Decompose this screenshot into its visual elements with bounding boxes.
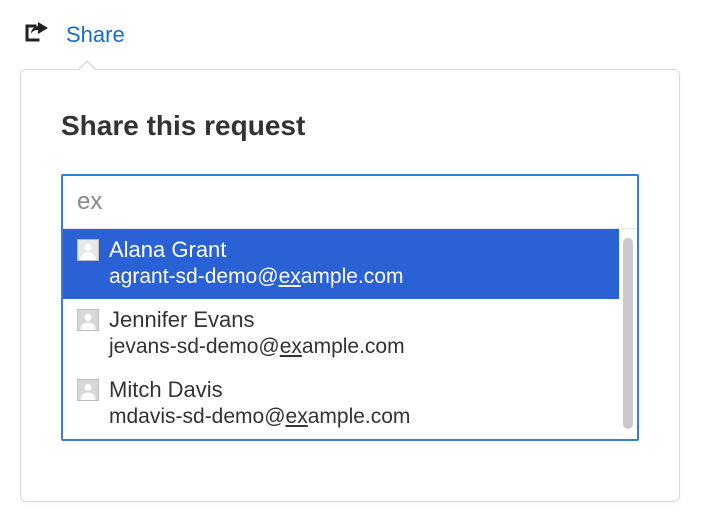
- option-name: Alana Grant: [109, 237, 226, 263]
- share-input[interactable]: [63, 176, 637, 228]
- option-name: Jennifer Evans: [109, 307, 255, 333]
- share-combobox: Alana Grant agrant-sd-demo@example.com J…: [61, 174, 639, 441]
- share-icon: [24, 20, 50, 49]
- option-name: Mitch Davis: [109, 377, 223, 403]
- avatar-icon: [77, 309, 99, 331]
- option-email: mdavis-sd-demo@example.com: [77, 405, 605, 429]
- autocomplete-option[interactable]: Jennifer Evans jevans-sd-demo@example.co…: [63, 299, 619, 369]
- autocomplete-option[interactable]: Mitch Davis mdavis-sd-demo@example.com: [63, 369, 619, 439]
- option-email: jevans-sd-demo@example.com: [77, 335, 605, 359]
- share-label: Share: [66, 22, 125, 48]
- option-email: agrant-sd-demo@example.com: [77, 265, 605, 289]
- autocomplete-dropdown: Alana Grant agrant-sd-demo@example.com J…: [63, 228, 637, 439]
- popover-title: Share this request: [61, 110, 639, 142]
- autocomplete-option[interactable]: Alana Grant agrant-sd-demo@example.com: [63, 229, 619, 299]
- share-popover: Share this request Alana Grant agrant-sd…: [20, 69, 680, 502]
- avatar-icon: [77, 379, 99, 401]
- scrollbar[interactable]: [623, 238, 633, 429]
- share-trigger[interactable]: Share: [20, 20, 698, 57]
- avatar-icon: [77, 239, 99, 261]
